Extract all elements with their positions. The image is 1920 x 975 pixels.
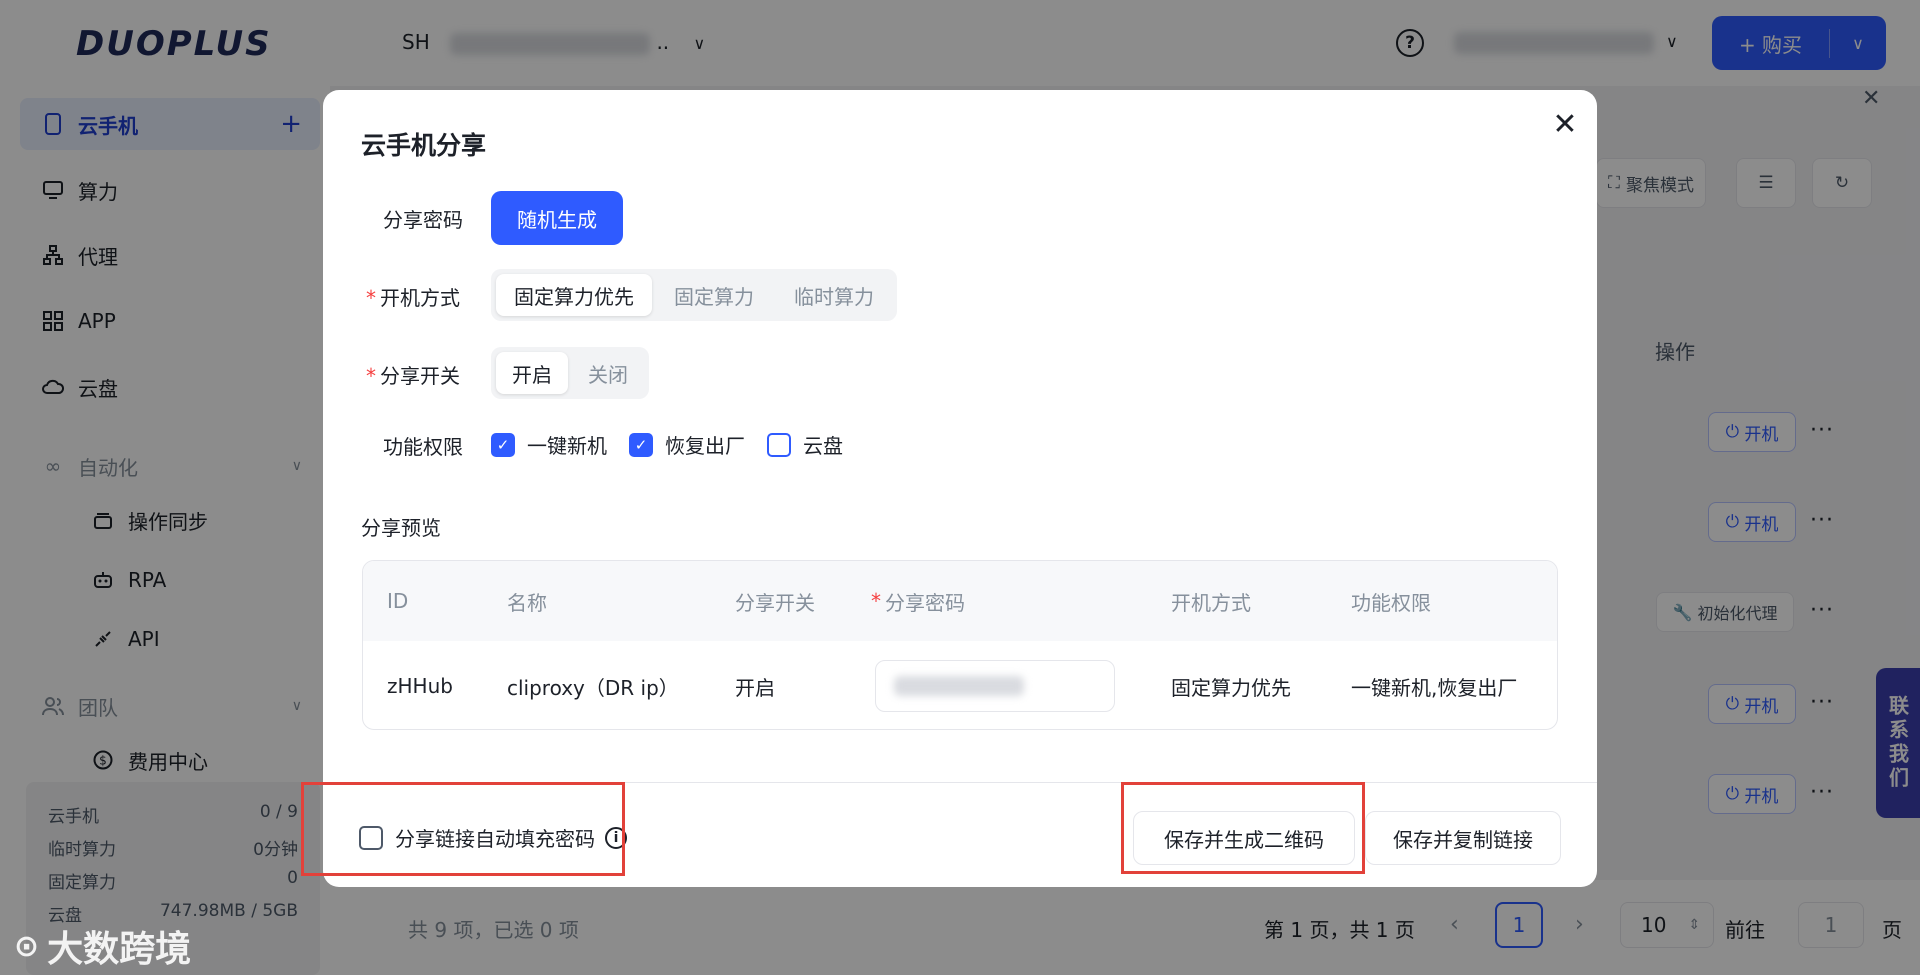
col-switch: 分享开关 [735,590,815,615]
cell-password [875,641,1115,729]
perm-new-device-checkbox[interactable]: ✓ 一键新机 [491,430,607,459]
boot-option-fixed-first[interactable]: 固定算力优先 [496,274,652,316]
col-password: * 分享密码 [871,561,965,641]
boot-mode-text: 开机方式 [380,286,460,310]
switch-option-on[interactable]: 开启 [496,352,568,394]
perm-label: 云盘 [803,434,843,458]
col-boot-mode: 开机方式 [1171,590,1251,615]
boot-option-temporary[interactable]: 临时算力 [776,274,892,316]
password-label: 分享密码 [383,208,463,232]
checkbox-empty [767,432,791,457]
share-switch-text: 分享开关 [380,364,460,388]
check-icon: ✓ [491,432,515,457]
dialog-title: 云手机分享 [361,131,487,160]
blurred-password [894,676,1024,696]
watermark-text: 大数跨境 [47,929,192,970]
highlight-box [1121,782,1365,874]
col-password-text: 分享密码 [885,590,965,615]
preview-label: 分享预览 [361,516,441,540]
save-copy-link-button[interactable]: 保存并复制链接 [1365,811,1561,865]
check-icon: ✓ [629,432,653,457]
share-switch-label: * 分享开关 [366,360,460,389]
perm-cloud-disk-checkbox[interactable]: 云盘 [767,430,843,459]
cell-boot-mode: 固定算力优先 [1171,675,1291,700]
share-dialog: 云手机分享 ✕ 分享密码 随机生成 * 开机方式 固定算力优先 固定算力 临时算力… [301,90,1597,887]
required-mark: * [871,589,881,613]
required-mark: * [366,286,376,310]
close-icon[interactable]: ✕ [1545,104,1585,144]
boot-mode-segment: 固定算力优先 固定算力 临时算力 [491,269,897,321]
permissions-label: 功能权限 [383,435,463,459]
table-header: ID 名称 分享开关 * 分享密码 开机方式 功能权限 [363,561,1557,641]
cell-permissions: 一键新机,恢复出厂 [1351,675,1518,700]
required-mark: * [366,364,376,388]
cell-id: zHHub [387,674,453,698]
boot-option-fixed[interactable]: 固定算力 [656,274,772,316]
random-generate-button[interactable]: 随机生成 [491,191,623,245]
perm-label: 一键新机 [527,434,607,458]
switch-option-off[interactable]: 关闭 [572,352,644,394]
col-permissions: 功能权限 [1351,590,1431,615]
boot-mode-label: * 开机方式 [366,282,460,311]
password-input[interactable] [875,660,1115,712]
share-switch-segment: 开启 关闭 [491,347,649,399]
watermark-logo-icon: ⊙ [14,928,40,964]
cell-name: cliproxy（DR ip） [507,675,679,700]
perm-label: 恢复出厂 [665,434,745,458]
permissions-group: ✓ 一键新机 ✓ 恢复出厂 云盘 [491,430,865,459]
watermark: ⊙ 大数跨境 [14,920,191,972]
cell-switch: 开启 [735,675,775,700]
col-id: ID [387,589,409,613]
preview-table: ID 名称 分享开关 * 分享密码 开机方式 功能权限 zHHub cliprox… [362,560,1558,730]
highlight-box [301,782,625,876]
perm-factory-reset-checkbox[interactable]: ✓ 恢复出厂 [629,430,745,459]
table-row: zHHub cliproxy（DR ip） 开启 固定算力优先 一键新机,恢复出… [363,641,1557,729]
col-name: 名称 [507,590,547,615]
